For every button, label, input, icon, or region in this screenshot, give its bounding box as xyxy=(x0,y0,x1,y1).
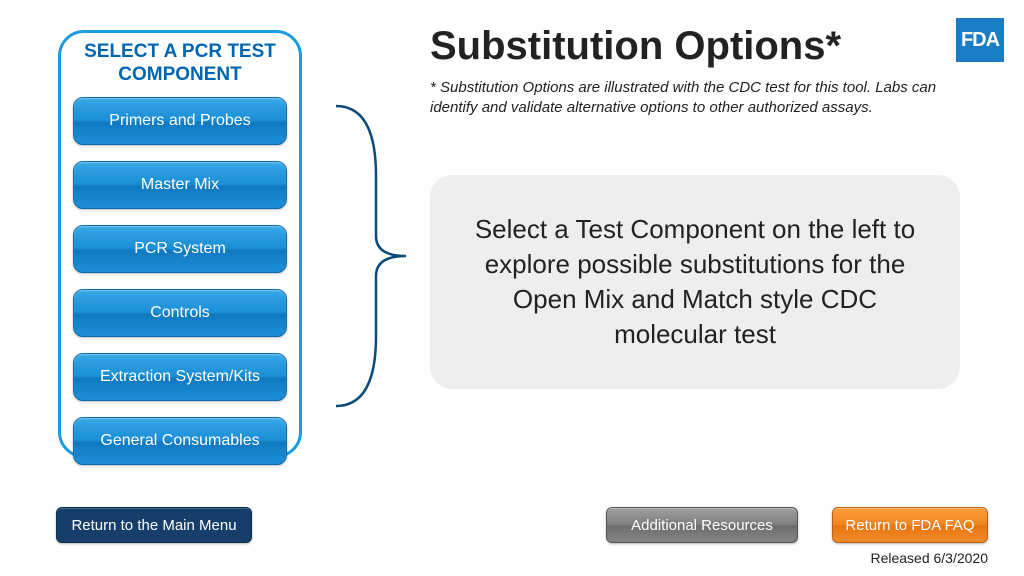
brace-icon xyxy=(326,96,416,416)
component-panel: SELECT A PCR TEST COMPONENT Primers and … xyxy=(58,30,302,458)
component-pcr-system-button[interactable]: PCR System xyxy=(73,225,287,273)
component-primers-probes-button[interactable]: Primers and Probes xyxy=(73,97,287,145)
component-extraction-button[interactable]: Extraction System/Kits xyxy=(73,353,287,401)
return-fda-faq-button[interactable]: Return to FDA FAQ xyxy=(832,507,988,543)
component-consumables-button[interactable]: General Consumables xyxy=(73,417,287,465)
page-title: Substitution Options* xyxy=(430,24,841,69)
panel-heading: SELECT A PCR TEST COMPONENT xyxy=(73,41,287,87)
release-date: Released 6/3/2020 xyxy=(870,550,988,566)
page-subtitle: * Substitution Options are illustrated w… xyxy=(430,78,960,117)
instruction-box: Select a Test Component on the left to e… xyxy=(430,175,960,389)
fda-logo: FDA xyxy=(956,18,1004,62)
additional-resources-button[interactable]: Additional Resources xyxy=(606,507,798,543)
return-main-menu-button[interactable]: Return to the Main Menu xyxy=(56,507,252,543)
component-master-mix-button[interactable]: Master Mix xyxy=(73,161,287,209)
component-controls-button[interactable]: Controls xyxy=(73,289,287,337)
instruction-text: Select a Test Component on the left to e… xyxy=(460,212,930,352)
